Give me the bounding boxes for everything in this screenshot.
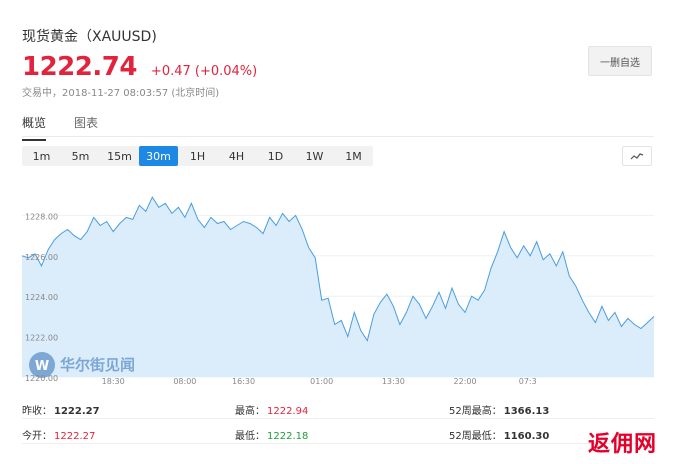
stat-value: 1366.13 [503, 406, 550, 417]
stat-label: 昨收： [22, 406, 52, 417]
period-1mo[interactable]: 1M [334, 146, 373, 166]
y-tick-label: 1222.00 [25, 334, 58, 343]
y-tick-label: 1224.00 [25, 293, 58, 302]
tabs-divider [22, 136, 654, 137]
stat-label: 52周最高： [449, 406, 502, 417]
stat-high: 最高： 1222.94 [235, 402, 308, 417]
stat-52w-low: 52周最低： 1160.30 [449, 427, 549, 442]
watermark-text: 华尔街见闻 [60, 356, 135, 374]
stat-open: 今开： 1222.27 [22, 427, 95, 442]
line-chart-icon [630, 153, 644, 160]
stat-prev-close: 昨收： 1222.27 [22, 402, 100, 417]
price-area [22, 197, 654, 377]
stat-low: 最低： 1222.18 [235, 427, 308, 442]
price-change: +0.47 (+0.04%) [150, 64, 258, 79]
y-tick-label: 1220.00 [25, 374, 58, 383]
x-tick-label: 08:00 [173, 377, 196, 385]
period-5m[interactable]: 5m [61, 146, 100, 166]
instrument-title: 现货黄金（XAUUSD) [22, 29, 157, 45]
stats-row: 今开： 1222.27 最低： 1222.18 52周最低： 1160.30 [22, 419, 654, 444]
trading-status: 交易中，2018-11-27 08:03:57 (北京时间) [22, 88, 220, 99]
price-chart[interactable]: W 华尔街见闻 1228.00 1226.00 1224.00 1222.00 1220.0… [22, 175, 654, 385]
stat-value: 1222.18 [267, 431, 309, 442]
x-tick-label: 13:30 [382, 377, 405, 385]
period-1d[interactable]: 1D [256, 146, 295, 166]
chart-type-button[interactable] [622, 146, 652, 166]
stat-value: 1222.27 [54, 406, 100, 417]
x-tick-label: 01:00 [310, 377, 333, 385]
x-tick-label: 18:30 [102, 377, 125, 385]
period-15m[interactable]: 15m [100, 146, 139, 166]
period-1m[interactable]: 1m [22, 146, 61, 166]
stat-label: 最低： [235, 431, 265, 442]
y-tick-label: 1226.00 [25, 253, 58, 262]
stat-value: 1160.30 [503, 431, 550, 442]
x-tick-label: 07:3 [519, 377, 537, 385]
watermark-logo-letter: W [35, 359, 49, 374]
period-1w[interactable]: 1W [295, 146, 334, 166]
period-1h[interactable]: 1H [178, 146, 217, 166]
price-row: 1222.74 +0.47 (+0.04%) [22, 52, 257, 82]
period-selector: 1m 5m 15m 30m 1H 4H 1D 1W 1M [22, 146, 373, 166]
last-price: 1222.74 [22, 52, 137, 82]
stat-label: 今开： [22, 431, 52, 442]
stat-label: 52周最低： [449, 431, 502, 442]
corner-watermark: 返佣网 [588, 432, 658, 457]
stat-value: 1222.94 [267, 406, 309, 417]
stat-label: 最高： [235, 406, 265, 417]
period-4h[interactable]: 4H [217, 146, 256, 166]
y-tick-label: 1228.00 [25, 212, 58, 221]
stat-52w-high: 52周最高： 1366.13 [449, 402, 549, 417]
stats-table: 昨收： 1222.27 最高： 1222.94 52周最高： 1366.13 今开： 1… [22, 394, 654, 444]
remove-watchlist-button[interactable]: 一删自选 [588, 46, 652, 76]
period-30m[interactable]: 30m [139, 146, 178, 166]
stats-row: 昨收： 1222.27 最高： 1222.94 52周最高： 1366.13 [22, 394, 654, 419]
stat-value: 1222.27 [54, 431, 96, 442]
price-chart-svg: W 华尔街见闻 1228.00 1226.00 1224.00 1222.00 1220.0… [22, 196, 654, 385]
x-tick-label: 22:00 [454, 377, 477, 385]
x-tick-label: 16:30 [232, 377, 255, 385]
